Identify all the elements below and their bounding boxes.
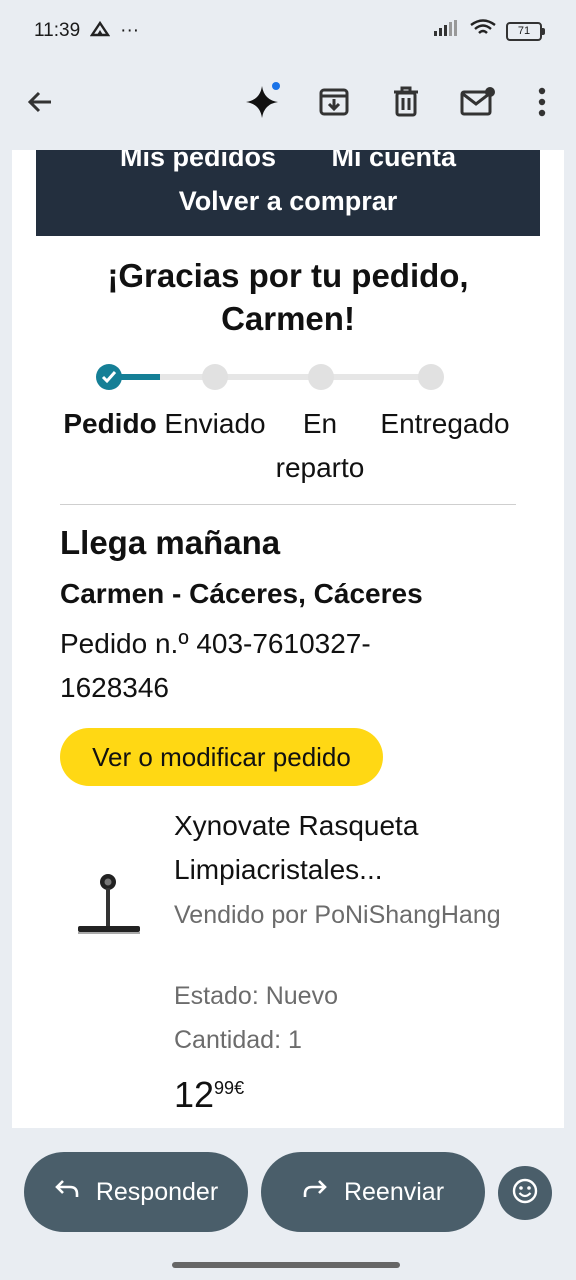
gesture-home-bar[interactable] xyxy=(172,1262,400,1268)
step-label-out-for-delivery: En reparto xyxy=(275,408,365,483)
shipping-address: Carmen - Cáceres, Cáceres xyxy=(60,578,423,609)
battery-icon: 71 xyxy=(506,21,545,41)
step-dot xyxy=(202,364,228,390)
forward-button[interactable]: Reenviar xyxy=(261,1152,485,1232)
step-dot xyxy=(418,364,444,390)
wifi-icon xyxy=(470,19,496,43)
product-price: 1299€ xyxy=(174,1074,244,1116)
product-condition: Estado: Nuevo xyxy=(174,982,338,1010)
my-account-link[interactable]: Mi cuenta xyxy=(332,150,457,173)
mark-unread-icon[interactable] xyxy=(456,80,500,124)
divider xyxy=(60,504,516,505)
step-label-delivered: Entregado xyxy=(380,408,510,439)
product-title[interactable]: Xynovate Rasqueta Limpiacristales... xyxy=(174,804,504,892)
buy-again-link[interactable]: Volver a comprar xyxy=(179,186,398,216)
thanks-heading: ¡Gracias por tu pedido, Carmen! xyxy=(107,257,469,337)
reply-button[interactable]: Responder xyxy=(24,1152,248,1232)
email-toolbar xyxy=(0,62,576,146)
battery-level: 71 xyxy=(517,24,531,37)
product-image[interactable] xyxy=(76,864,156,944)
emoji-icon xyxy=(511,1177,539,1210)
home-signal-icon xyxy=(89,19,111,43)
emoji-reaction-button[interactable] xyxy=(498,1166,552,1220)
sparkle-icon[interactable] xyxy=(240,80,284,124)
amazon-nav-band: Mis pedidos Mi cuenta Volver a comprar xyxy=(36,150,540,236)
status-bar: 11:39 ··· 71 xyxy=(0,0,576,62)
order-progress-tracker xyxy=(96,362,456,392)
message-content: Mis pedidos Mi cuenta Volver a comprar ¡… xyxy=(12,150,564,1128)
forward-label: Reenviar xyxy=(343,1177,445,1206)
price-whole: 12 xyxy=(174,1074,215,1115)
order-email: Mis pedidos Mi cuenta Volver a comprar ¡… xyxy=(36,150,540,1128)
cell-signal-icon xyxy=(434,20,460,42)
more-vert-icon[interactable] xyxy=(520,80,564,124)
product-quantity: Cantidad: 1 xyxy=(174,1026,302,1054)
archive-icon[interactable] xyxy=(312,80,356,124)
step-label-shipped: Enviado xyxy=(164,408,266,439)
reply-label: Responder xyxy=(95,1177,219,1206)
back-arrow-icon[interactable] xyxy=(18,80,62,124)
reply-icon xyxy=(54,1178,80,1207)
view-order-button[interactable]: Ver o modificar pedido xyxy=(60,728,383,786)
forward-icon xyxy=(302,1178,328,1207)
price-fraction: 99€ xyxy=(214,1078,245,1098)
reply-actions: Responder Reenviar xyxy=(0,1148,576,1238)
step-dot xyxy=(308,364,334,390)
product-seller: Vendido por PoNiShangHang xyxy=(174,901,501,929)
step-label-ordered: Pedido xyxy=(63,408,157,439)
delete-icon[interactable] xyxy=(384,80,428,124)
order-steps: Pedido Enviado En reparto Entregado xyxy=(60,402,530,483)
my-orders-link[interactable]: Mis pedidos xyxy=(120,150,276,173)
arrival-heading: Llega mañana xyxy=(60,524,281,561)
clock: 11:39 xyxy=(34,20,81,41)
more-notifications-icon: ··· xyxy=(120,20,140,41)
step-done-icon xyxy=(96,364,122,390)
order-number: Pedido n.º 403-7610327-1628346 xyxy=(60,628,371,703)
